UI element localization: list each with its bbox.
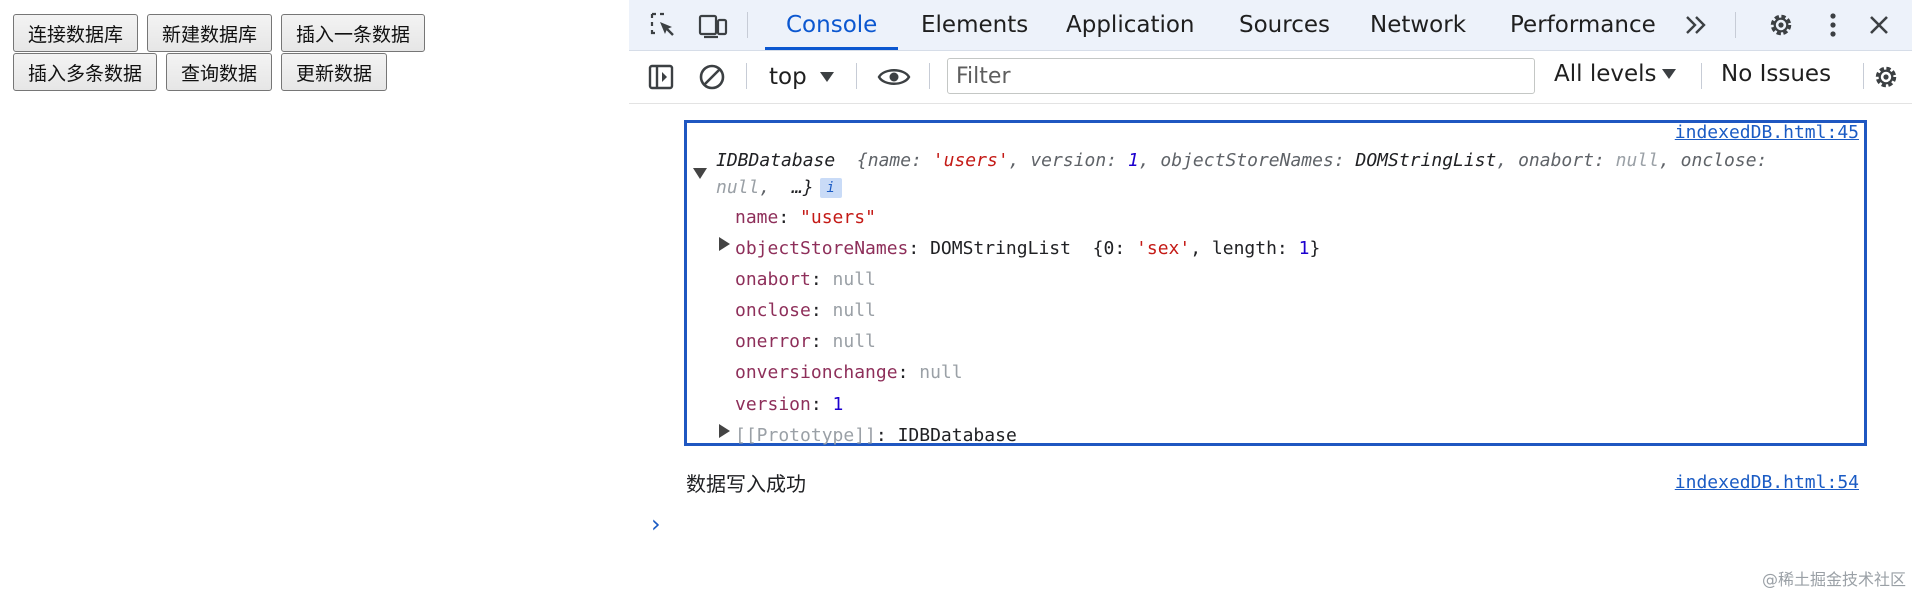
prop-name: name: "users" (735, 207, 876, 228)
divider (1735, 12, 1736, 38)
caret-down-icon (1661, 69, 1676, 79)
caret-down-icon (819, 72, 834, 82)
tab-application[interactable]: Application (1066, 0, 1195, 50)
divider (746, 63, 747, 89)
divider (1701, 63, 1702, 89)
button-row-1: 连接数据库 新建数据库 插入一条数据 (13, 14, 426, 52)
tab-elements[interactable]: Elements (921, 0, 1028, 50)
info-badge[interactable]: i (819, 178, 842, 198)
expand-toggle-icon[interactable] (693, 168, 707, 179)
divider (747, 12, 748, 38)
object-summary-continued: null, …} i (716, 177, 842, 199)
button-row-2: 插入多条数据 查询数据 更新数据 (13, 53, 388, 91)
prop-onerror: onerror: null (735, 331, 876, 352)
filter-input[interactable] (947, 58, 1535, 94)
device-toolbar-icon[interactable] (697, 9, 729, 41)
console-settings-gear-icon[interactable] (1869, 60, 1903, 94)
prop-onversionchange: onversionchange: null (735, 362, 963, 383)
prop-onclose: onclose: null (735, 300, 876, 321)
sidebar-toggle-icon[interactable] (644, 60, 678, 94)
context-label: top (769, 64, 807, 90)
insert-many-button[interactable]: 插入多条数据 (13, 53, 158, 91)
context-selector[interactable]: top (769, 61, 835, 93)
divider (1863, 63, 1864, 89)
update-data-button[interactable]: 更新数据 (281, 53, 388, 91)
divider (856, 63, 857, 89)
connect-db-button[interactable]: 连接数据库 (13, 14, 139, 52)
expand-toggle-icon[interactable] (719, 424, 730, 438)
devtools-tabbar: Console Elements Application Sources Net… (629, 0, 1912, 51)
web-page: 连接数据库 新建数据库 插入一条数据 插入多条数据 查询数据 更新数据 (0, 0, 628, 598)
kebab-menu-icon[interactable] (1817, 9, 1849, 41)
tab-network[interactable]: Network (1370, 0, 1466, 50)
double-chevron-icon[interactable] (1680, 9, 1712, 41)
watermark: @稀土掘金技术社区 (1761, 570, 1906, 589)
tab-console[interactable]: Console (764, 0, 899, 50)
prop-prototype: [[Prototype]]: IDBDatabase (735, 425, 1017, 446)
log-levels-label: All levels (1554, 61, 1657, 87)
expand-toggle-icon[interactable] (719, 237, 730, 251)
tab-sources[interactable]: Sources (1239, 0, 1330, 50)
prop-object-store-names: objectStoreNames: DOMStringList {0: 'sex… (735, 238, 1321, 259)
object-summary: IDBDatabase {name: 'users', version: 1, … (716, 150, 1768, 171)
devtools-panel: Console Elements Application Sources Net… (629, 0, 1912, 598)
prop-version: version: 1 (735, 394, 844, 415)
source-link[interactable]: indexedDB.html:54 (1675, 472, 1859, 493)
prop-onabort: onabort: null (735, 269, 876, 290)
query-data-button[interactable]: 查询数据 (166, 53, 273, 91)
clear-console-icon[interactable] (695, 60, 729, 94)
gear-icon[interactable] (1765, 9, 1797, 41)
eye-icon[interactable] (877, 60, 911, 94)
log-message: 数据写入成功 (686, 472, 806, 496)
inspect-element-icon[interactable] (647, 9, 679, 41)
log-levels-dropdown[interactable]: All levels (1554, 61, 1677, 87)
console-prompt[interactable]: › (651, 510, 661, 538)
insert-one-button[interactable]: 插入一条数据 (281, 14, 426, 52)
create-db-button[interactable]: 新建数据库 (147, 14, 273, 52)
divider (929, 63, 930, 89)
issues-counter[interactable]: No Issues (1721, 61, 1831, 87)
console-toolbar: top All levels No Issues (629, 51, 1912, 104)
tab-performance[interactable]: Performance (1510, 0, 1656, 50)
close-icon[interactable] (1863, 9, 1895, 41)
